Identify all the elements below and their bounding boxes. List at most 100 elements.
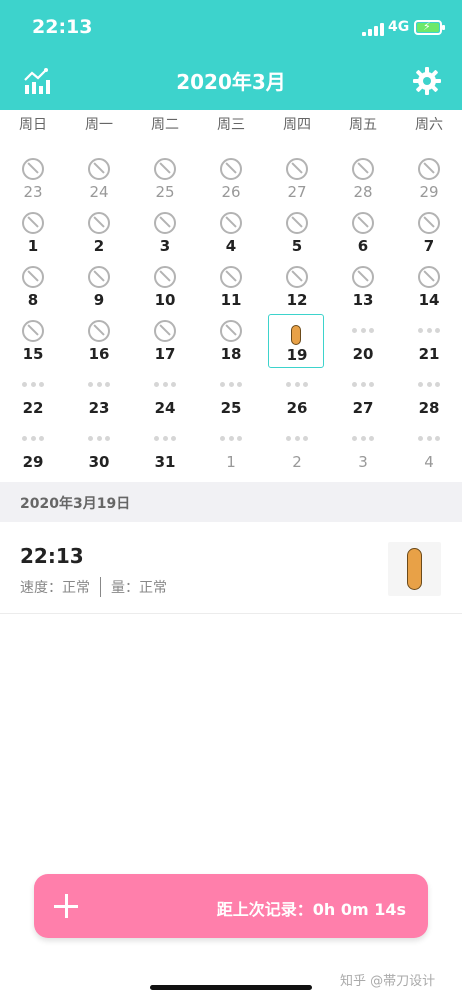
plus-icon[interactable] xyxy=(54,894,78,918)
watermark: 知乎 @帯刀设计 xyxy=(340,974,436,989)
calendar-day[interactable]: 20 xyxy=(330,312,396,366)
calendar-day[interactable]: 15 xyxy=(0,312,66,366)
month-title[interactable]: 2020年3月 xyxy=(0,66,462,95)
day-number: 20 xyxy=(352,345,374,363)
day-number: 14 xyxy=(418,291,440,309)
calendar-day[interactable]: 21 xyxy=(396,312,462,366)
calendar-day[interactable]: 27 xyxy=(264,150,330,204)
no-record-icon xyxy=(418,158,440,180)
calendar-day[interactable]: 22 xyxy=(0,366,66,420)
calendar-day[interactable]: 26 xyxy=(198,150,264,204)
calendar-day[interactable]: 23 xyxy=(0,150,66,204)
day-number: 27 xyxy=(287,183,307,201)
no-record-icon xyxy=(22,212,44,234)
weekday-thu: 周四 xyxy=(283,117,311,133)
day-number: 21 xyxy=(418,345,440,363)
calendar-day[interactable]: 3 xyxy=(330,420,396,474)
record-speed: 速度：正常 xyxy=(20,580,90,596)
dots-icon xyxy=(22,436,44,442)
record-item[interactable]: 22:13 速度：正常 量：正常 xyxy=(0,522,462,614)
no-record-icon xyxy=(418,212,440,234)
pill-icon xyxy=(291,325,301,345)
dots-icon xyxy=(220,382,242,388)
day-number: 11 xyxy=(220,291,242,309)
calendar-day[interactable]: 27 xyxy=(330,366,396,420)
weekday-row: 周日 周一 周二 周三 周四 周五 周六 xyxy=(0,114,462,136)
day-number: 7 xyxy=(423,237,435,255)
no-record-icon xyxy=(154,158,176,180)
status-time: 22:13 xyxy=(32,16,93,38)
dots-icon xyxy=(154,436,176,442)
add-record-button[interactable]: 距上次记录：0h 0m 14s xyxy=(34,874,428,938)
calendar-day[interactable]: 8 xyxy=(0,258,66,312)
dots-icon xyxy=(418,436,440,442)
no-record-icon xyxy=(22,158,44,180)
no-record-icon xyxy=(88,320,110,342)
calendar-day[interactable]: 3 xyxy=(132,204,198,258)
day-number: 1 xyxy=(27,237,39,255)
day-number: 24 xyxy=(89,183,109,201)
calendar-day[interactable]: 4 xyxy=(396,420,462,474)
calendar-day[interactable]: 11 xyxy=(198,258,264,312)
no-record-icon xyxy=(220,266,242,288)
day-number: 24 xyxy=(154,399,176,417)
no-record-icon xyxy=(88,266,110,288)
calendar-day[interactable]: 10 xyxy=(132,258,198,312)
dots-icon xyxy=(418,328,440,334)
day-number: 4 xyxy=(424,453,434,471)
dots-icon xyxy=(154,382,176,388)
no-record-icon xyxy=(22,320,44,342)
calendar-day[interactable]: 9 xyxy=(66,258,132,312)
no-record-icon xyxy=(154,320,176,342)
calendar-day[interactable]: 1 xyxy=(198,420,264,474)
no-record-icon xyxy=(22,266,44,288)
dots-icon xyxy=(352,382,374,388)
calendar-day[interactable]: 24 xyxy=(132,366,198,420)
day-number: 29 xyxy=(22,453,44,471)
gear-icon[interactable] xyxy=(412,66,442,96)
day-number: 9 xyxy=(93,291,105,309)
calendar-day[interactable]: 6 xyxy=(330,204,396,258)
calendar-day[interactable]: 13 xyxy=(330,258,396,312)
calendar-day[interactable]: 14 xyxy=(396,258,462,312)
calendar-day[interactable]: 28 xyxy=(396,366,462,420)
calendar-day[interactable]: 17 xyxy=(132,312,198,366)
calendar-day[interactable]: 2 xyxy=(264,420,330,474)
calendar-day[interactable]: 4 xyxy=(198,204,264,258)
record-meta: 速度：正常 量：正常 xyxy=(20,577,167,597)
calendar-day[interactable]: 1 xyxy=(0,204,66,258)
day-number: 2 xyxy=(93,237,105,255)
calendar-day[interactable]: 29 xyxy=(396,150,462,204)
calendar-day[interactable]: 23 xyxy=(66,366,132,420)
calendar-day[interactable]: 30 xyxy=(66,420,132,474)
calendar-day[interactable]: 18 xyxy=(198,312,264,366)
day-number: 19 xyxy=(286,346,308,364)
calendar-day[interactable]: 16 xyxy=(66,312,132,366)
signal-icon xyxy=(362,22,384,36)
no-record-icon xyxy=(154,212,176,234)
weekday-fri: 周五 xyxy=(349,117,377,133)
day-number: 16 xyxy=(88,345,110,363)
no-record-icon xyxy=(220,320,242,342)
calendar-grid: 23 24 25 26 27 28 29 1 2 3 4 5 6 7 8 9 10 11 12 13 14 15 16 17 1… xyxy=(0,150,462,478)
day-number: 22 xyxy=(22,399,44,417)
calendar-day[interactable]: 5 xyxy=(264,204,330,258)
day-number: 3 xyxy=(159,237,171,255)
calendar-day[interactable]: 2 xyxy=(66,204,132,258)
calendar-day[interactable]: 24 xyxy=(66,150,132,204)
calendar-day[interactable]: 25 xyxy=(198,366,264,420)
weekday-tue: 周二 xyxy=(151,117,179,133)
day-number: 15 xyxy=(22,345,44,363)
record-time: 22:13 xyxy=(20,544,84,568)
no-record-icon xyxy=(286,266,308,288)
calendar-day[interactable]: 19 xyxy=(268,314,324,368)
calendar-day[interactable]: 12 xyxy=(264,258,330,312)
calendar-day[interactable]: 31 xyxy=(132,420,198,474)
no-record-icon xyxy=(286,158,308,180)
calendar-day[interactable]: 7 xyxy=(396,204,462,258)
calendar-day[interactable]: 28 xyxy=(330,150,396,204)
calendar-day[interactable]: 29 xyxy=(0,420,66,474)
calendar-day[interactable]: 25 xyxy=(132,150,198,204)
day-number: 4 xyxy=(225,237,237,255)
calendar-day[interactable]: 26 xyxy=(264,366,330,420)
